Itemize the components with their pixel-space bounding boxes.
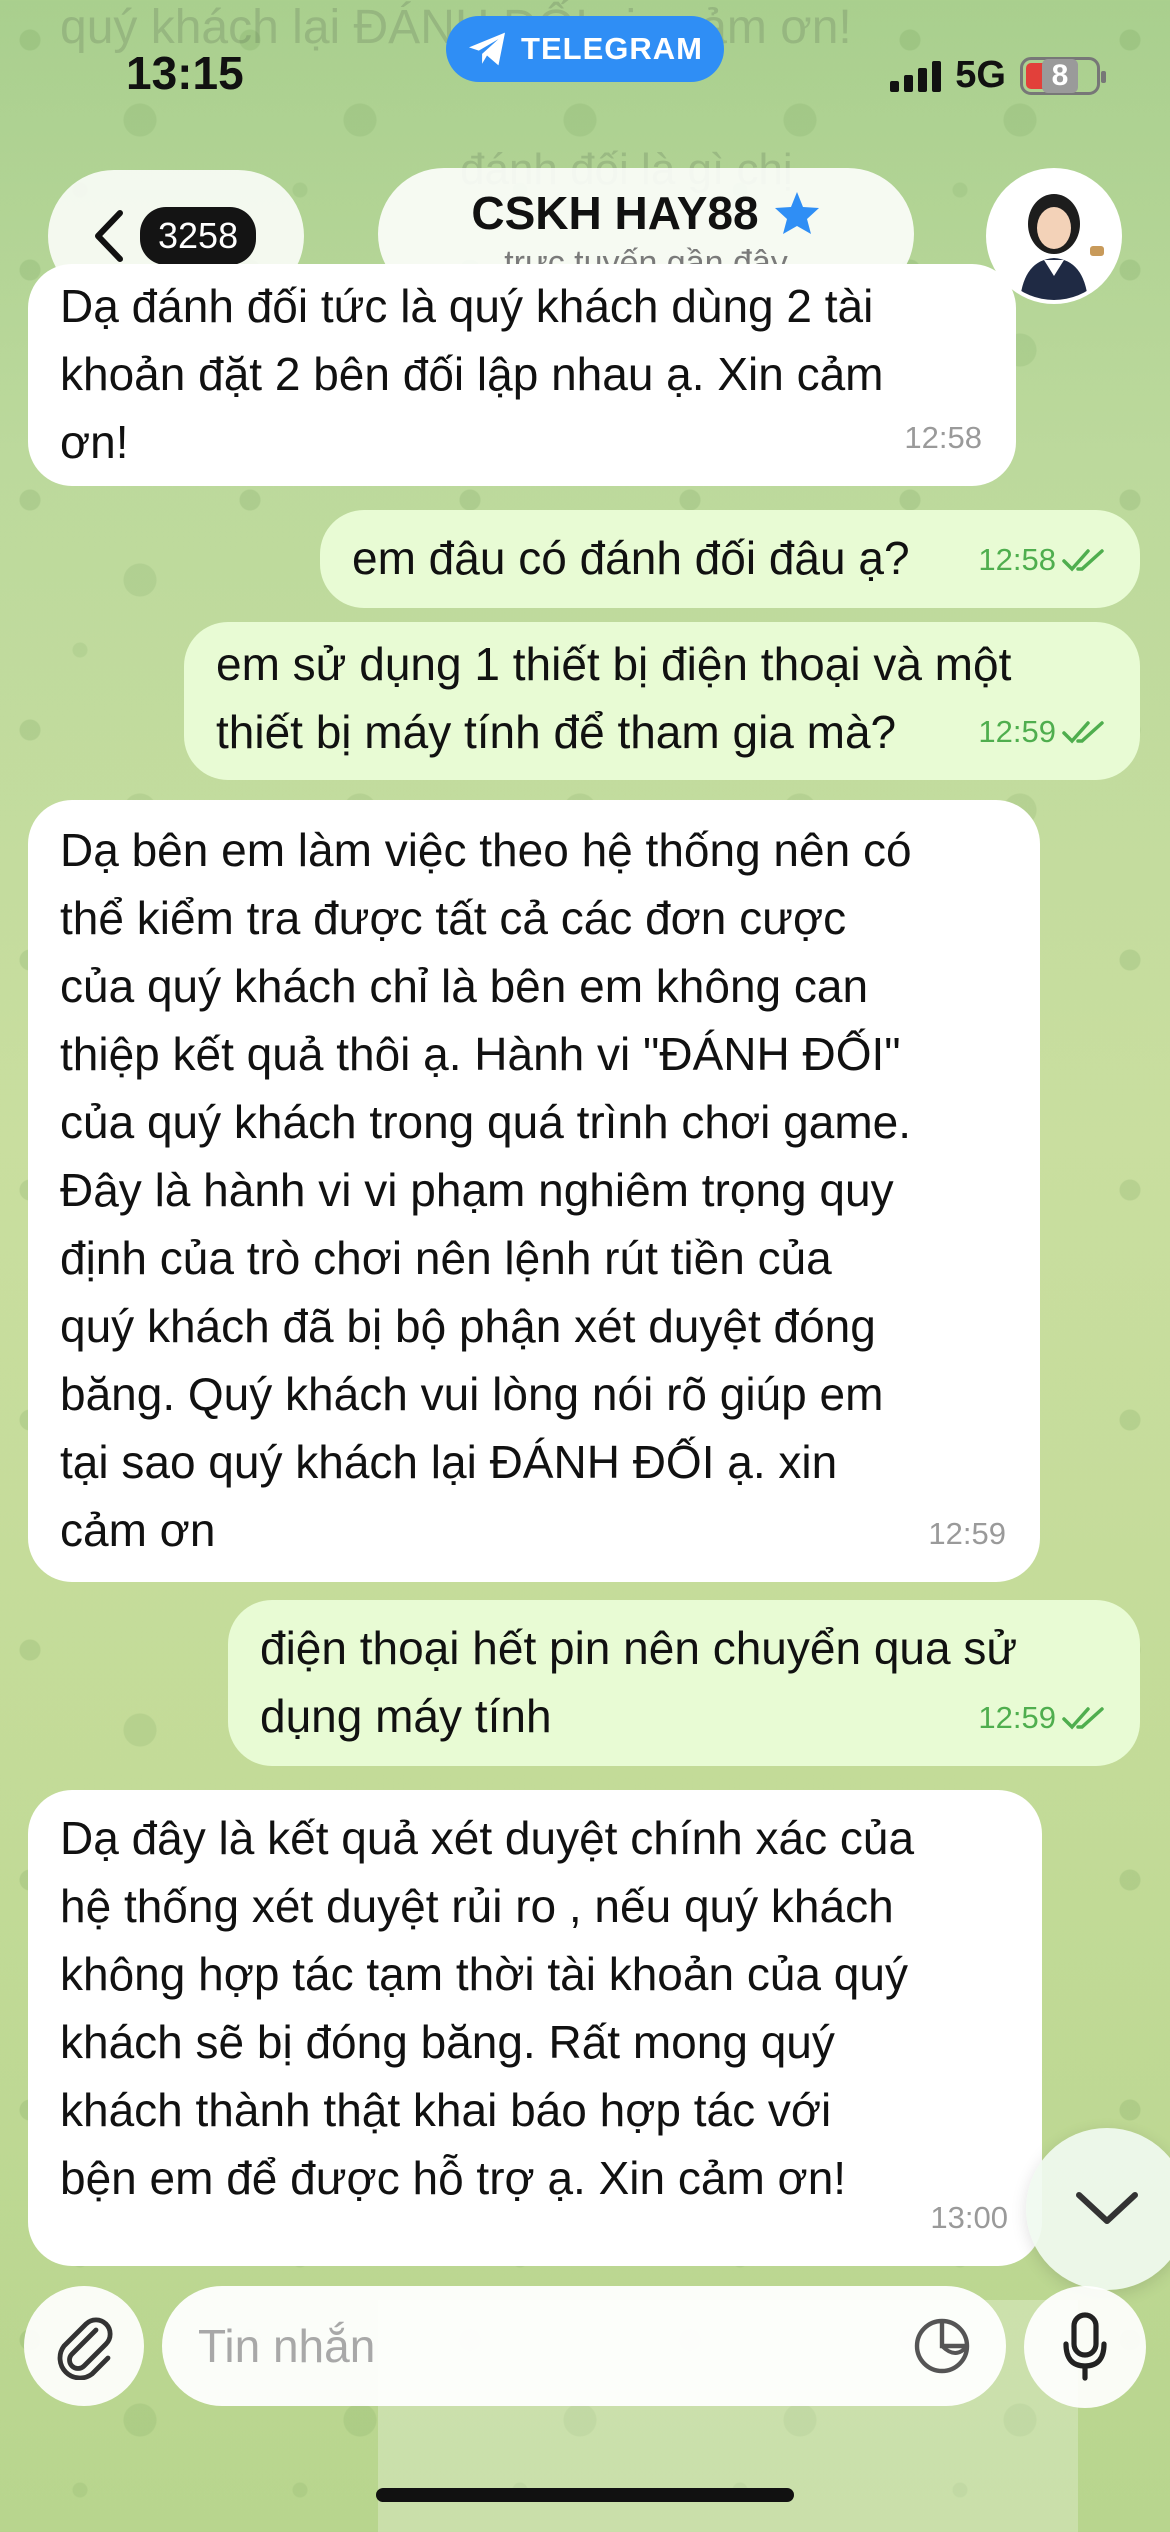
message-time: 12:59 — [978, 1700, 1056, 1735]
message-bubble-incoming[interactable]: Dạ đây là kết quả xét duyệt chính xác củ… — [28, 1790, 1042, 2266]
message-bubble-outgoing[interactable]: em sử dụng 1 thiết bị điện thoại và một … — [184, 622, 1140, 780]
attach-button[interactable] — [24, 2286, 144, 2406]
status-time: 13:15 — [126, 47, 244, 99]
message-text: Dạ bên em làm việc theo hệ thống nên có … — [60, 824, 912, 1556]
chevron-down-icon — [1076, 2192, 1138, 2224]
status-indicators: 5G 8 — [890, 54, 1106, 97]
message-time: 12:58 — [978, 542, 1056, 577]
message-meta: 12:59 — [978, 698, 1106, 766]
message-input[interactable] — [198, 2319, 898, 2373]
telegram-pill-label: TELEGRAM — [521, 31, 703, 66]
double-check-read-icon — [1062, 721, 1104, 744]
message-time: 12:59 — [928, 1516, 1006, 1551]
message-bubble-outgoing[interactable]: em đâu có đánh đối đâu ạ? 12:58 — [320, 510, 1140, 608]
battery-icon: 8 — [1020, 56, 1106, 95]
message-meta: 12:58 — [904, 404, 982, 472]
cellular-signal-icon — [890, 60, 942, 92]
double-check-read-icon — [1062, 549, 1104, 572]
battery-level: 8 — [1041, 58, 1079, 93]
home-indicator[interactable] — [376, 2488, 794, 2502]
message-time: 13:00 — [930, 2200, 1008, 2235]
message-meta: 12:58 — [978, 526, 1106, 594]
sticker-icon[interactable] — [912, 2316, 972, 2376]
message-bubble-incoming[interactable]: Dạ đánh đối tức là quý khách dùng 2 tài … — [28, 264, 1016, 486]
message-text: Dạ đây là kết quả xét duyệt chính xác củ… — [60, 1812, 915, 2204]
double-check-read-icon — [1062, 1707, 1104, 1730]
chevron-left-icon — [95, 210, 123, 262]
message-meta: 13:00 — [930, 2184, 1008, 2252]
microphone-button[interactable] — [1024, 2286, 1146, 2408]
telegram-paper-plane-icon — [469, 32, 506, 66]
message-meta: 12:59 — [978, 1684, 1106, 1752]
chat-title: CSKH HAY88 — [471, 186, 759, 239]
unread-count-badge: 3258 — [140, 207, 257, 265]
network-type: 5G — [955, 54, 1006, 96]
message-bubble-incoming[interactable]: Dạ bên em làm việc theo hệ thống nên có … — [28, 800, 1040, 1582]
paperclip-icon — [57, 2317, 113, 2380]
message-input-container[interactable] — [162, 2286, 1006, 2406]
message-time: 12:59 — [978, 714, 1056, 749]
message-time: 12:58 — [904, 420, 982, 455]
message-text: em sử dụng 1 thiết bị điện thoại và một … — [216, 638, 1012, 758]
star-badge-icon — [774, 191, 819, 234]
telegram-app-pill[interactable]: TELEGRAM — [446, 16, 724, 82]
message-bubble-outgoing[interactable]: điện thoại hết pin nên chuyển qua sử dụn… — [228, 1600, 1140, 1766]
message-meta: 12:59 — [928, 1500, 1006, 1568]
message-text: Dạ đánh đối tức là quý khách dùng 2 tài … — [60, 280, 884, 468]
microphone-icon — [1063, 2312, 1107, 2381]
